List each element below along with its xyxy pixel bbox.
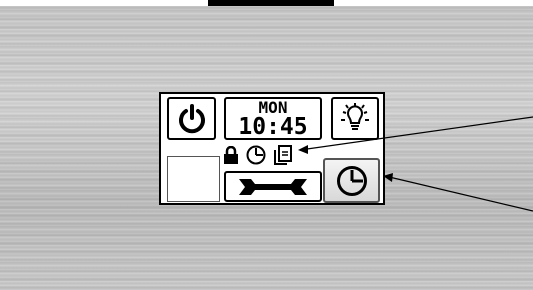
power-icon — [178, 103, 205, 133]
time-label: 10:45 — [238, 113, 308, 140]
timer-icon — [246, 145, 266, 165]
date-time-display[interactable]: MON 10:45 — [224, 97, 322, 140]
light-button[interactable] — [331, 97, 379, 140]
status-icons-row — [223, 144, 293, 166]
tools-button[interactable] — [224, 171, 322, 202]
wrench-icon — [239, 178, 307, 195]
control-screen: MON 10:45 — [159, 92, 385, 205]
timer-icon — [336, 165, 367, 196]
power-button[interactable] — [167, 97, 216, 140]
external-device-icon — [274, 145, 292, 165]
blank-display-area — [167, 156, 220, 202]
timer-button[interactable] — [323, 158, 380, 203]
lock-icon — [224, 146, 238, 164]
light-bulb-icon — [341, 102, 369, 130]
